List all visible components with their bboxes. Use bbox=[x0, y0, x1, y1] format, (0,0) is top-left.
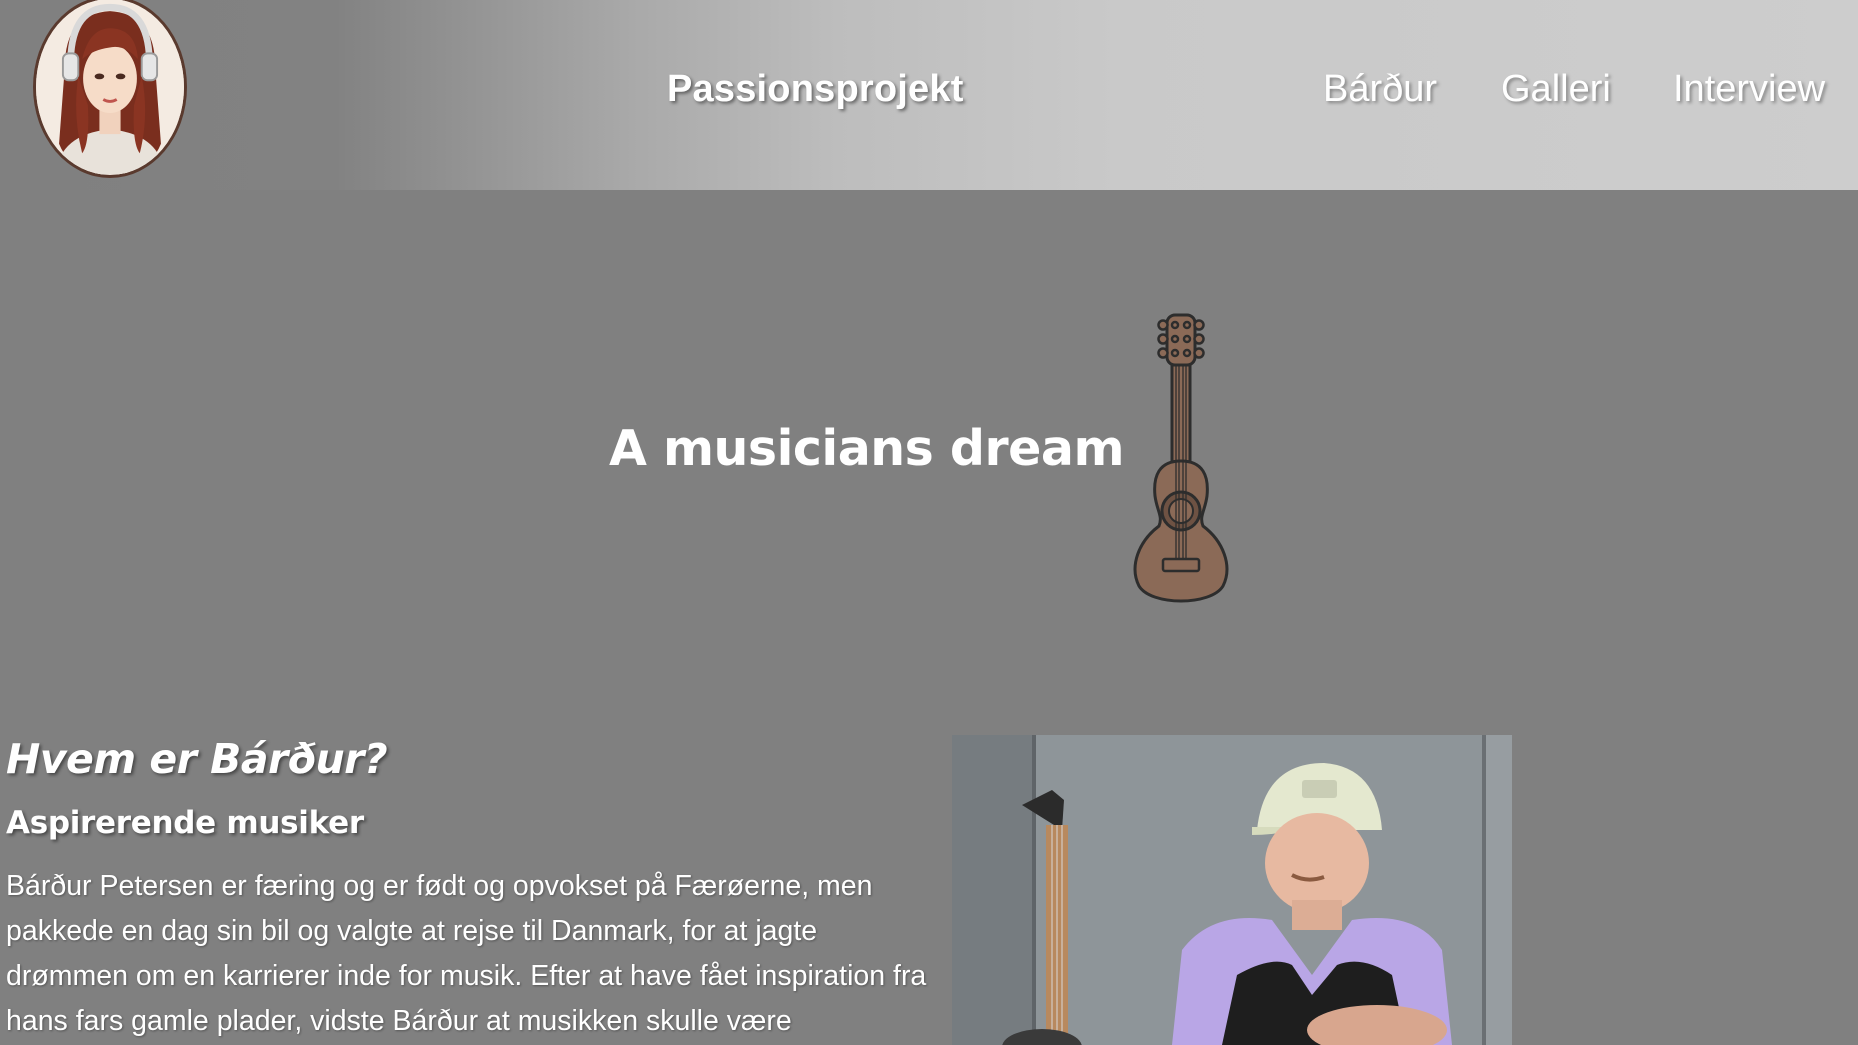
about-subheading: Aspirerende musiker bbox=[6, 805, 364, 841]
about-body-text: Bárður Petersen er færing og er født og … bbox=[6, 870, 927, 1037]
avatar-girl-headphones-icon bbox=[36, 0, 184, 175]
hero-title: A musicians dream bbox=[609, 420, 1125, 477]
nav-link-galleri[interactable]: Galleri bbox=[1501, 68, 1611, 111]
site-brand[interactable]: Passionsprojekt bbox=[667, 68, 964, 111]
nav-link-bardur[interactable]: Bárður bbox=[1323, 68, 1437, 111]
site-header: Passionsprojekt Bárður Galleri Interview bbox=[0, 0, 1858, 190]
guitar-icon bbox=[1119, 311, 1243, 608]
nav-link-interview[interactable]: Interview bbox=[1673, 68, 1825, 111]
avatar-logo[interactable] bbox=[33, 0, 187, 178]
musician-photo bbox=[952, 735, 1512, 1045]
about-heading: Hvem er Bárður? bbox=[6, 735, 388, 783]
